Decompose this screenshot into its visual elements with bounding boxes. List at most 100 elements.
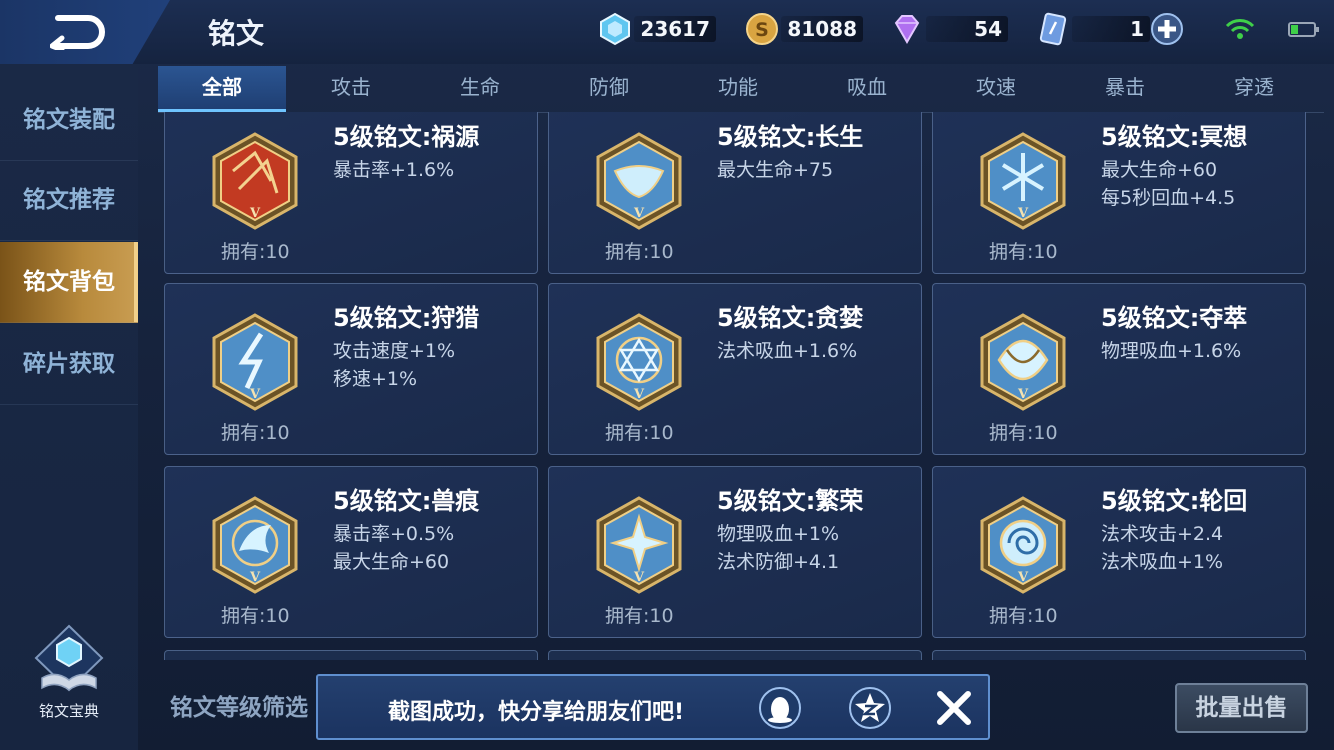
codex-book-icon [34,624,104,692]
add-plus-icon[interactable] [1150,12,1184,46]
close-icon[interactable] [932,686,976,730]
svg-text:V: V [1017,206,1029,221]
rune-card[interactable]: V 5级铭文:狩猎 攻击速度+1% 移速+1% 拥有:10 [164,283,538,455]
rune-name: 5级铭文:长生 [717,123,864,151]
rune-name: 5级铭文:兽痕 [333,487,480,515]
sidebar: 铭文装配 铭文推荐 铭文背包 碎片获取 铭文宝典 [0,64,138,750]
svg-text:V: V [633,206,645,221]
back-button[interactable] [0,0,170,64]
rune-name: 5级铭文:贪婪 [717,304,864,332]
rune-card[interactable]: V 5级铭文:夺萃 物理吸血+1.6% 拥有:10 [932,283,1306,455]
blue-rune-icon: V [596,313,682,411]
rune-level-filter[interactable]: 铭文等级筛选 [170,688,308,722]
blue-rune-icon: V [212,496,298,594]
rune-card[interactable]: V 5级铭文:兽痕 暴击率+0.5% 最大生命+60 拥有:10 [164,466,538,638]
rune-stat: 暴击率+0.5% [333,523,455,545]
svg-text:V: V [1017,570,1029,585]
rune-card-partial[interactable] [548,650,922,660]
rune-stat: 法术攻击+2.4 [1101,523,1224,545]
rune-card-partial[interactable] [932,650,1306,660]
rune-codex-button[interactable]: 铭文宝典 [24,624,114,724]
crystal-counter[interactable]: 54 [890,12,1008,46]
rune-stat: 法术吸血+1.6% [717,340,858,362]
top-bar: 铭文 23617 S 81088 54 1 [0,0,1334,64]
back-arrow-icon [50,15,105,50]
tab-lifesteal[interactable]: 吸血 [803,66,931,112]
gold-coin-icon: S [746,13,778,45]
rune-stat: 每5秒回血+4.5 [1101,187,1236,209]
page-title: 铭文 [208,17,265,50]
rune-card-icon [1039,12,1067,46]
rune-owned: 拥有:10 [605,422,674,444]
tab-penetration[interactable]: 穿透 [1190,66,1318,112]
blue-rune-icon: V [596,496,682,594]
gold-coin-value: 81088 [781,16,863,42]
blue-rune-icon: V [212,313,298,411]
rune-name: 5级铭文:繁荣 [717,487,864,515]
svg-text:V: V [1017,387,1029,402]
sidebar-item-rune-bag[interactable]: 铭文背包 [0,242,138,323]
rune-name: 5级铭文:夺萃 [1101,304,1248,332]
gold-coin-counter[interactable]: S 81088 [745,12,863,46]
rune-stat: 法术防御+4.1 [717,551,840,573]
codex-label: 铭文宝典 [38,702,99,720]
screenshot-share-toast: 截图成功，快分享给朋友们吧! [316,674,990,740]
rune-name: 5级铭文:轮回 [1101,487,1248,515]
rune-card[interactable]: V 5级铭文:长生 最大生命+75 拥有:10 [548,112,922,274]
tab-defense[interactable]: 防御 [545,66,673,112]
diamond-coupon-value: 23617 [634,16,716,42]
wifi-icon [1225,19,1255,39]
svg-text:V: V [633,570,645,585]
category-tabs: 全部 攻击 生命 防御 功能 吸血 攻速 暴击 穿透 [158,66,1324,113]
tab-crit[interactable]: 暴击 [1061,66,1189,112]
rune-card-counter[interactable]: 1 [1036,12,1150,46]
rune-stat: 物理吸血+1.6% [1101,340,1242,362]
rune-card[interactable]: V 5级铭文:冥想 最大生命+60 每5秒回血+4.5 拥有:10 [932,112,1306,274]
qzone-share-icon[interactable] [848,686,892,730]
tab-attack[interactable]: 攻击 [287,66,415,112]
rune-name: 5级铭文:祸源 [333,123,480,151]
sidebar-item-fragment-obtain[interactable]: 碎片获取 [0,324,138,405]
blue-rune-icon: V [596,132,682,230]
rune-stat: 最大生命+60 [1101,159,1218,181]
rune-card[interactable]: V 5级铭文:贪婪 法术吸血+1.6% 拥有:10 [548,283,922,455]
sidebar-item-rune-recommend[interactable]: 铭文推荐 [0,160,138,241]
svg-text:V: V [633,387,645,402]
rune-card[interactable]: V 5级铭文:祸源 暴击率+1.6% 拥有:10 [164,112,538,274]
rune-owned: 拥有:10 [221,422,290,444]
rune-owned: 拥有:10 [989,605,1058,627]
rune-owned: 拥有:10 [221,241,290,263]
rune-stat: 最大生命+75 [717,159,834,181]
rune-owned: 拥有:10 [221,605,290,627]
tab-all[interactable]: 全部 [158,66,286,112]
qq-share-icon[interactable] [758,686,802,730]
rune-owned: 拥有:10 [989,241,1058,263]
rune-owned: 拥有:10 [605,605,674,627]
diamond-coupon-counter[interactable]: 23617 [598,12,716,46]
tab-attack-speed[interactable]: 攻速 [932,66,1060,112]
diamond-coupon-icon [600,12,630,46]
rune-card-partial[interactable] [164,650,538,660]
rune-card[interactable]: V 5级铭文:轮回 法术攻击+2.4 法术吸血+1% 拥有:10 [932,466,1306,638]
toast-message: 截图成功，快分享给朋友们吧! [388,700,685,725]
blue-rune-icon: V [980,496,1066,594]
crystal-value: 54 [926,16,1008,42]
sidebar-item-rune-equip[interactable]: 铭文装配 [0,80,138,161]
bulk-sell-button[interactable]: 批量出售 [1175,683,1308,733]
svg-text:S: S [755,19,769,41]
rune-card-value: 1 [1072,16,1150,42]
rune-owned: 拥有:10 [605,241,674,263]
tab-health[interactable]: 生命 [416,66,544,112]
blue-rune-icon: V [980,313,1066,411]
blue-rune-icon: V [980,132,1066,230]
rune-owned: 拥有:10 [989,422,1058,444]
svg-text:V: V [249,206,261,221]
svg-text:V: V [249,570,261,585]
svg-text:V: V [249,387,261,402]
rune-name: 5级铭文:狩猎 [333,304,480,332]
tab-utility[interactable]: 功能 [674,66,802,112]
red-rune-icon: V [212,132,298,230]
rune-grid: V 5级铭文:祸源 暴击率+1.6% 拥有:10 V 5级铭文:长生 最大生命+… [158,112,1324,660]
rune-name: 5级铭文:冥想 [1101,123,1248,151]
rune-card[interactable]: V 5级铭文:繁荣 物理吸血+1% 法术防御+4.1 拥有:10 [548,466,922,638]
